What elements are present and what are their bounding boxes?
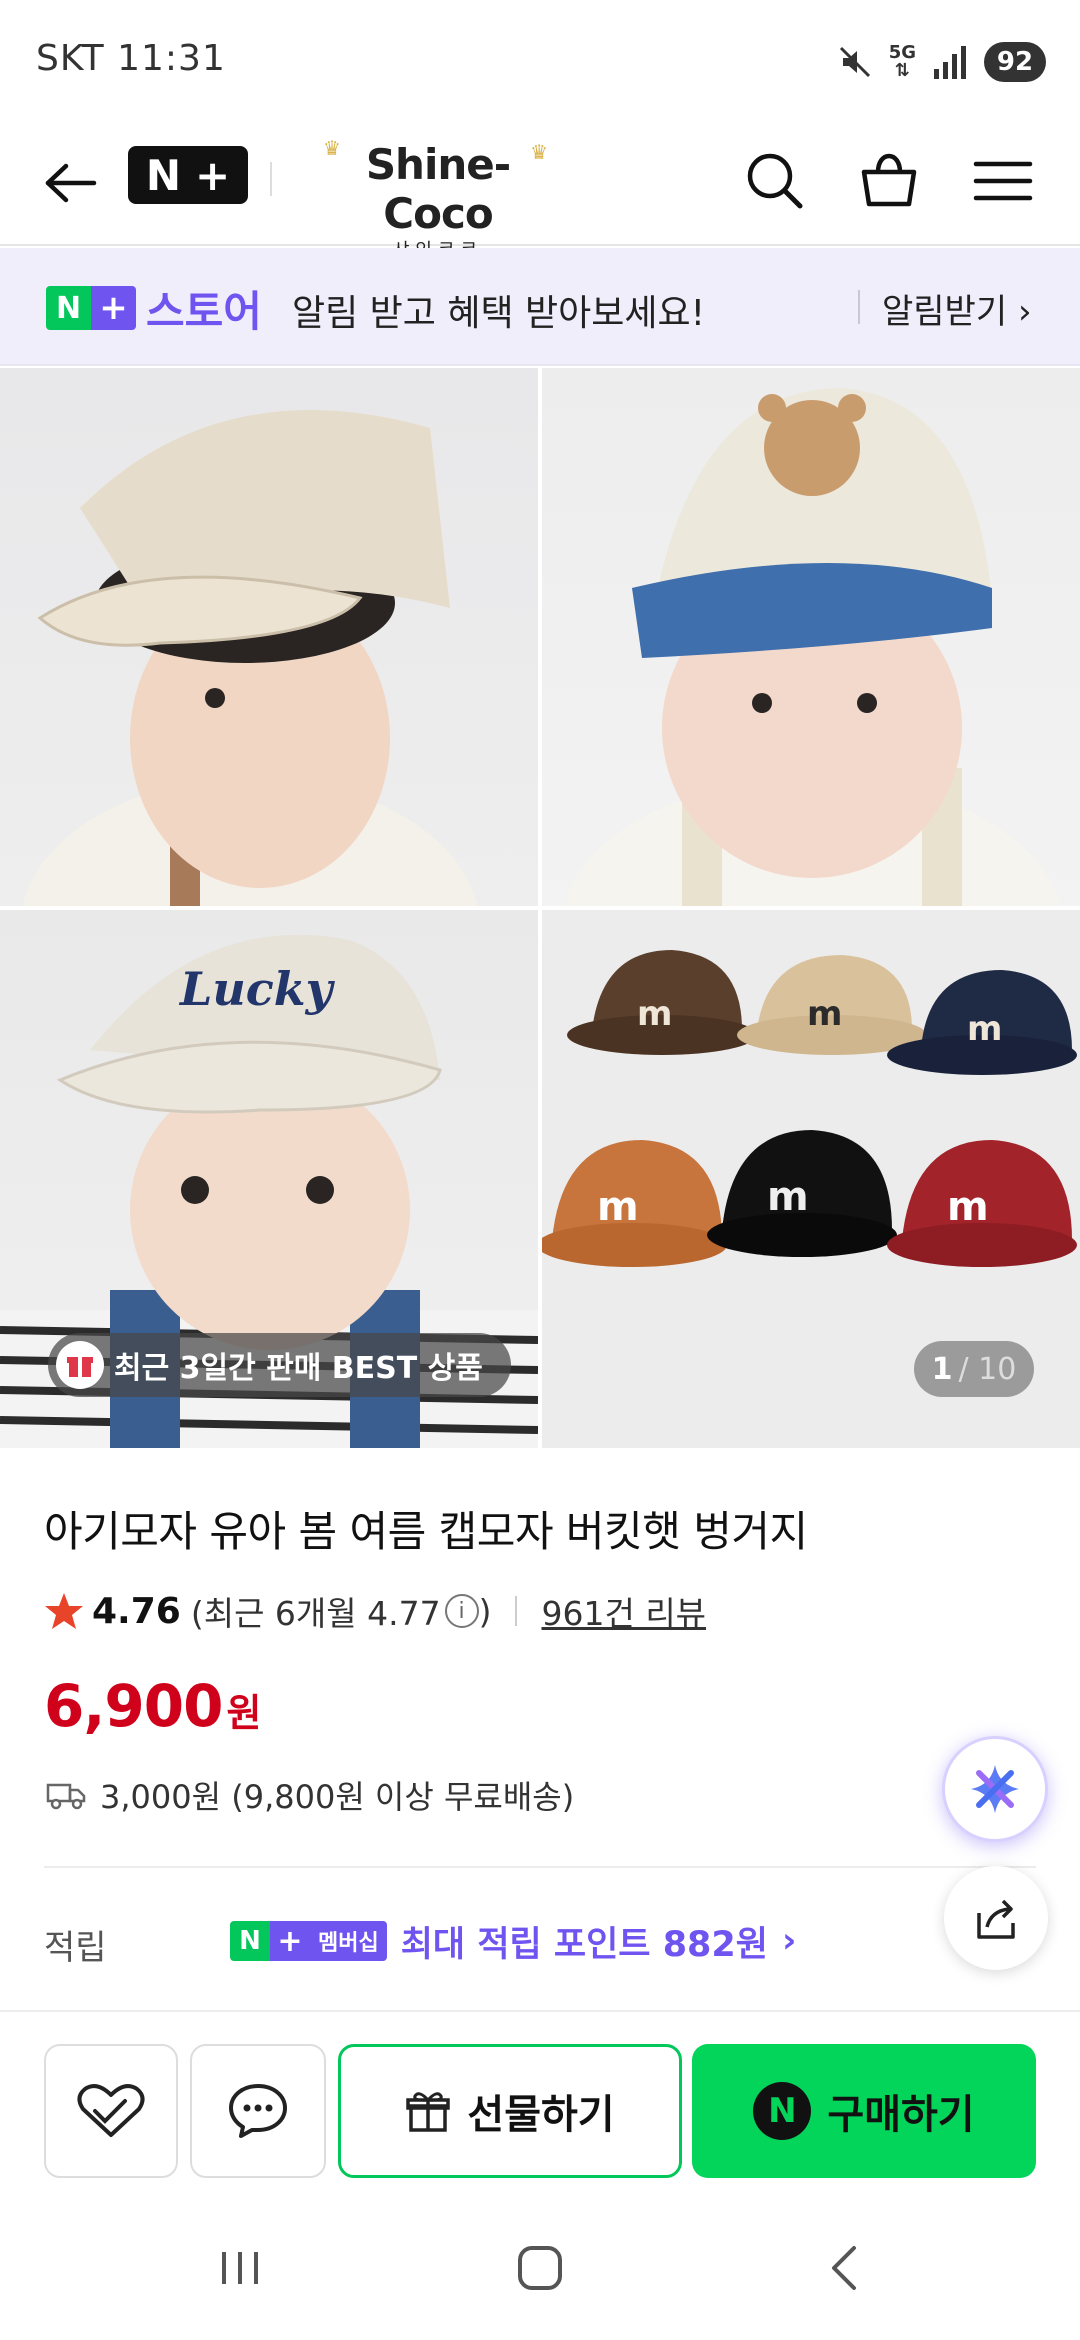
heart-check-icon xyxy=(77,2084,145,2137)
header-separator xyxy=(270,162,272,196)
talk-talk-button[interactable] xyxy=(190,2044,326,2178)
rating-score: 4.76 xyxy=(92,1590,181,1632)
banner-store-label: 스토어 xyxy=(146,287,262,336)
wishlist-button[interactable] xyxy=(44,2044,178,2178)
rating-row: 4.76 (최근 6개월 4.77 i ) 961건 리뷰 xyxy=(44,1586,706,1636)
membership-label: 멤버십 xyxy=(310,1921,387,1961)
home-icon[interactable] xyxy=(510,2238,570,2298)
image-page-counter: 1/ 10 xyxy=(914,1341,1034,1397)
bottom-action-bar: 선물하기 N 구매하기 xyxy=(0,2010,1080,2190)
product-photo-beige-mesh-cap xyxy=(0,368,538,906)
svg-text:m: m xyxy=(767,1174,809,1220)
review-count-link[interactable]: 961건 리뷰 xyxy=(541,1587,706,1635)
store-notification-banner[interactable]: N + 스토어 알림 받고 혜택 받아보세요! 알림받기 › xyxy=(0,248,1080,366)
svg-text:Lucky: Lucky xyxy=(178,962,336,1016)
signal-icon xyxy=(934,46,966,79)
gift-icon xyxy=(406,2092,451,2132)
system-navigation-bar xyxy=(0,2190,1080,2340)
menu-icon[interactable] xyxy=(968,146,1038,216)
ai-assistant-button[interactable] xyxy=(942,1736,1048,1842)
svg-text:m: m xyxy=(967,1009,1002,1049)
best-seller-text: 최근 3일간 판매 BEST 상품 xyxy=(114,1351,483,1386)
crown-icon: ♛ xyxy=(530,140,548,164)
reward-label: 적립 xyxy=(44,1928,107,1968)
gift-box-icon xyxy=(56,1341,104,1389)
network-5g-icon: 5G ⇅ xyxy=(888,42,916,81)
app-header: N+ ♛ ♛ Shine-Coco 샤인코코 xyxy=(0,120,1080,261)
product-title: 아기모자 유아 봄 여름 캡모자 버킷햇 벙거지 xyxy=(44,1507,808,1556)
naver-n-icon: N xyxy=(753,2082,812,2140)
buy-label: 구매하기 xyxy=(827,2092,975,2138)
status-icons: 5G ⇅ 92 xyxy=(837,40,1046,84)
status-bar: SKT 11:31 5G ⇅ 92 xyxy=(0,0,1080,120)
banner-separator xyxy=(858,290,860,324)
gift-button[interactable]: 선물하기 xyxy=(338,2044,682,2178)
rating-separator xyxy=(515,1596,518,1626)
section-divider xyxy=(44,1866,1036,1868)
buy-button[interactable]: N 구매하기 xyxy=(692,2044,1036,2178)
product-image-gallery[interactable]: Lucky m m m m m m xyxy=(0,368,1080,1448)
price-value: 6,900 xyxy=(44,1672,223,1740)
brand-name: Shine-Coco xyxy=(365,140,511,238)
info-icon[interactable]: i xyxy=(444,1594,479,1628)
naver-plus-badge: N + xyxy=(46,286,136,330)
delivery-truck-icon xyxy=(46,1783,86,1810)
back-nav-icon[interactable] xyxy=(816,2238,876,2298)
chat-bubble-icon xyxy=(229,2084,287,2138)
battery-indicator: 92 xyxy=(984,42,1046,82)
reward-points-link[interactable]: N + 멤버십 최대 적립 포인트 882원 › xyxy=(230,1916,796,1966)
recent-apps-icon[interactable] xyxy=(210,2238,270,2298)
notification-subscribe-button[interactable]: 알림받기 › xyxy=(882,284,1032,333)
share-icon xyxy=(977,1899,1015,1939)
price-currency: 원 xyxy=(226,1691,262,1735)
current-image-index: 1 xyxy=(931,1351,953,1387)
search-icon[interactable] xyxy=(740,146,810,216)
star-icon xyxy=(45,1593,83,1629)
naver-plus-logo[interactable]: N + xyxy=(128,146,248,204)
brand-logo[interactable]: ♛ ♛ Shine-Coco 샤인코코 xyxy=(318,136,558,262)
max-reward-text: 최대 적립 포인트 882원 xyxy=(400,1924,768,1965)
chevron-right-icon: › xyxy=(781,1921,797,1961)
svg-text:m: m xyxy=(807,994,842,1034)
chevron-right-icon: › xyxy=(1017,292,1032,332)
product-photo-bear-cap xyxy=(542,368,1080,906)
product-price: 6,900 원 xyxy=(44,1672,261,1740)
crown-icon: ♛ xyxy=(323,136,341,160)
subscribe-label: 알림받기 xyxy=(882,292,1008,332)
back-arrow-icon[interactable] xyxy=(36,148,106,218)
total-images: / 10 xyxy=(958,1351,1017,1387)
share-button[interactable] xyxy=(944,1866,1048,1970)
svg-text:m: m xyxy=(637,994,672,1034)
shipping-info: 3,000원 (9,800원 이상 무료배송) xyxy=(46,1772,574,1818)
naver-plus-membership-badge: N + 멤버십 xyxy=(230,1921,387,1961)
ai-sparkle-icon xyxy=(971,1765,1019,1813)
svg-text:m: m xyxy=(597,1184,639,1230)
shipping-text: 3,000원 (9,800원 이상 무료배송) xyxy=(100,1778,575,1816)
mute-icon xyxy=(839,46,870,78)
recent-rating: (최근 6개월 4.77 xyxy=(190,1594,441,1633)
gift-label: 선물하기 xyxy=(467,2092,615,2138)
svg-text:m: m xyxy=(947,1184,989,1230)
banner-message: 알림 받고 혜택 받아보세요! xyxy=(292,293,706,334)
shopping-bag-icon[interactable] xyxy=(854,146,924,216)
best-seller-badge: 최근 3일간 판매 BEST 상품 xyxy=(48,1333,511,1397)
recent-rating-close: ) xyxy=(478,1591,492,1631)
status-time: SKT 11:31 xyxy=(36,38,226,79)
